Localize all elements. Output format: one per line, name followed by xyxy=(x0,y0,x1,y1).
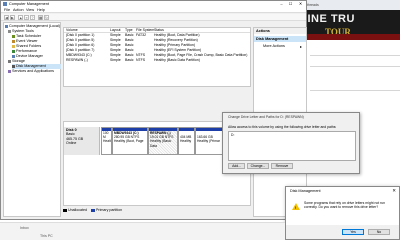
menu-file[interactable]: File xyxy=(4,8,10,12)
event-icon xyxy=(12,39,15,43)
unallocated-swatch xyxy=(63,208,67,212)
drive-letter-list[interactable]: D: xyxy=(228,131,356,161)
partition-block-selected[interactable]: RESPAWN (-) 19.01 GB NTFS Healthy (Basic… xyxy=(148,127,178,155)
services-icon xyxy=(8,69,11,73)
warning-icon: ! xyxy=(292,203,300,210)
dialog-footer: Yes No xyxy=(286,225,399,239)
legend-primary: Primary partition xyxy=(95,208,123,212)
partition-block[interactable]: 100 M Health xyxy=(101,127,112,155)
disk-legend: Unallocated Primary partition xyxy=(63,208,251,214)
primary-swatch xyxy=(90,208,95,212)
toolbar: ◀ ▶ ▲ ≡ ? ▦ ↻ xyxy=(1,14,306,21)
remove-button[interactable]: Remove xyxy=(271,163,293,169)
folder-icon xyxy=(12,44,15,48)
menu-action[interactable]: Action xyxy=(13,8,24,12)
more-actions-link[interactable]: More Actions xyxy=(263,44,285,48)
dialog-title: Change Drive Letter and Paths for D: (RE… xyxy=(228,115,304,119)
chevron-right-icon: ▸ xyxy=(300,45,302,49)
help-icon[interactable]: ? xyxy=(30,15,35,20)
partition-block[interactable]: MBDW9343 (C:) 280.95 GB NTFS Healthy (Bo… xyxy=(112,127,148,155)
taskbar-strip: Inbox This PC xyxy=(0,222,285,240)
yes-button[interactable]: Yes xyxy=(342,229,364,235)
change-button[interactable]: Change... xyxy=(247,163,269,169)
table-row[interactable]: RESPAWN (-) Simple Basic NTFS Healthy (Basic… xyxy=(64,58,250,63)
bg-divider xyxy=(310,90,400,91)
refresh-icon[interactable]: ↻ xyxy=(44,15,49,20)
up-icon[interactable]: ▲ xyxy=(18,15,23,20)
close-icon[interactable]: ✕ xyxy=(392,188,396,194)
bg-divider xyxy=(310,55,400,56)
add-button[interactable]: Add... xyxy=(228,163,245,169)
menu-bar: File Action View Help xyxy=(1,7,306,13)
maximize-icon[interactable]: ☐ xyxy=(286,1,295,6)
menu-help[interactable]: Help xyxy=(37,8,45,12)
back-icon[interactable]: ◀ xyxy=(4,15,9,20)
tools-icon xyxy=(8,29,11,33)
taskbar-item-this-pc[interactable]: This PC xyxy=(40,234,53,238)
actions-section-disk-management[interactable]: Disk Management xyxy=(254,36,306,42)
disk-label[interactable]: Disk 0 Basic 465.75 GB Online xyxy=(64,127,100,155)
close-icon[interactable]: ✕ xyxy=(296,1,305,6)
dialog-description: Allow access to this volume by using the… xyxy=(228,125,337,129)
change-drive-letter-dialog: Change Drive Letter and Paths for D: (RE… xyxy=(222,112,360,174)
partition-block[interactable]: 404 MB Healthy xyxy=(178,127,195,155)
window-title: Computer Management xyxy=(9,2,49,6)
computer-icon xyxy=(5,24,8,28)
device-icon xyxy=(12,54,15,58)
bg-divider xyxy=(310,66,400,67)
computer-management-window: Computer Management – ☐ ✕ File Action Vi… xyxy=(0,0,307,220)
confirm-message: Some programs that rely on drive letters… xyxy=(304,201,386,210)
clock-icon xyxy=(12,34,15,38)
minimize-icon[interactable]: – xyxy=(277,1,286,6)
disk-icon xyxy=(12,64,15,68)
menu-view[interactable]: View xyxy=(26,8,34,12)
actions-header: Actions xyxy=(254,28,306,34)
performance-icon xyxy=(12,49,15,53)
disk-status: Online xyxy=(66,141,77,146)
no-button[interactable]: No xyxy=(368,229,390,235)
list-item[interactable]: D: xyxy=(231,133,234,137)
taskbar-item-inbox[interactable]: Inbox xyxy=(20,226,29,230)
volume-list: Volume Layout Type File System Status (D… xyxy=(63,27,251,87)
tree-item-services-applications[interactable]: Services and Applications xyxy=(8,69,54,74)
storage-icon xyxy=(8,59,11,63)
confirm-dialog: Disk Management ✕ ! Some programs that r… xyxy=(285,186,400,240)
view-icon[interactable]: ▦ xyxy=(38,15,43,20)
console-tree: Computer Management (Local) System Tools… xyxy=(3,22,61,217)
legend-unallocated: Unallocated xyxy=(68,208,87,212)
confirm-dialog-title: Disk Management xyxy=(290,189,321,193)
app-icon xyxy=(3,2,7,6)
forward-icon[interactable]: ▶ xyxy=(10,15,15,20)
properties-icon[interactable]: ≡ xyxy=(24,15,29,20)
